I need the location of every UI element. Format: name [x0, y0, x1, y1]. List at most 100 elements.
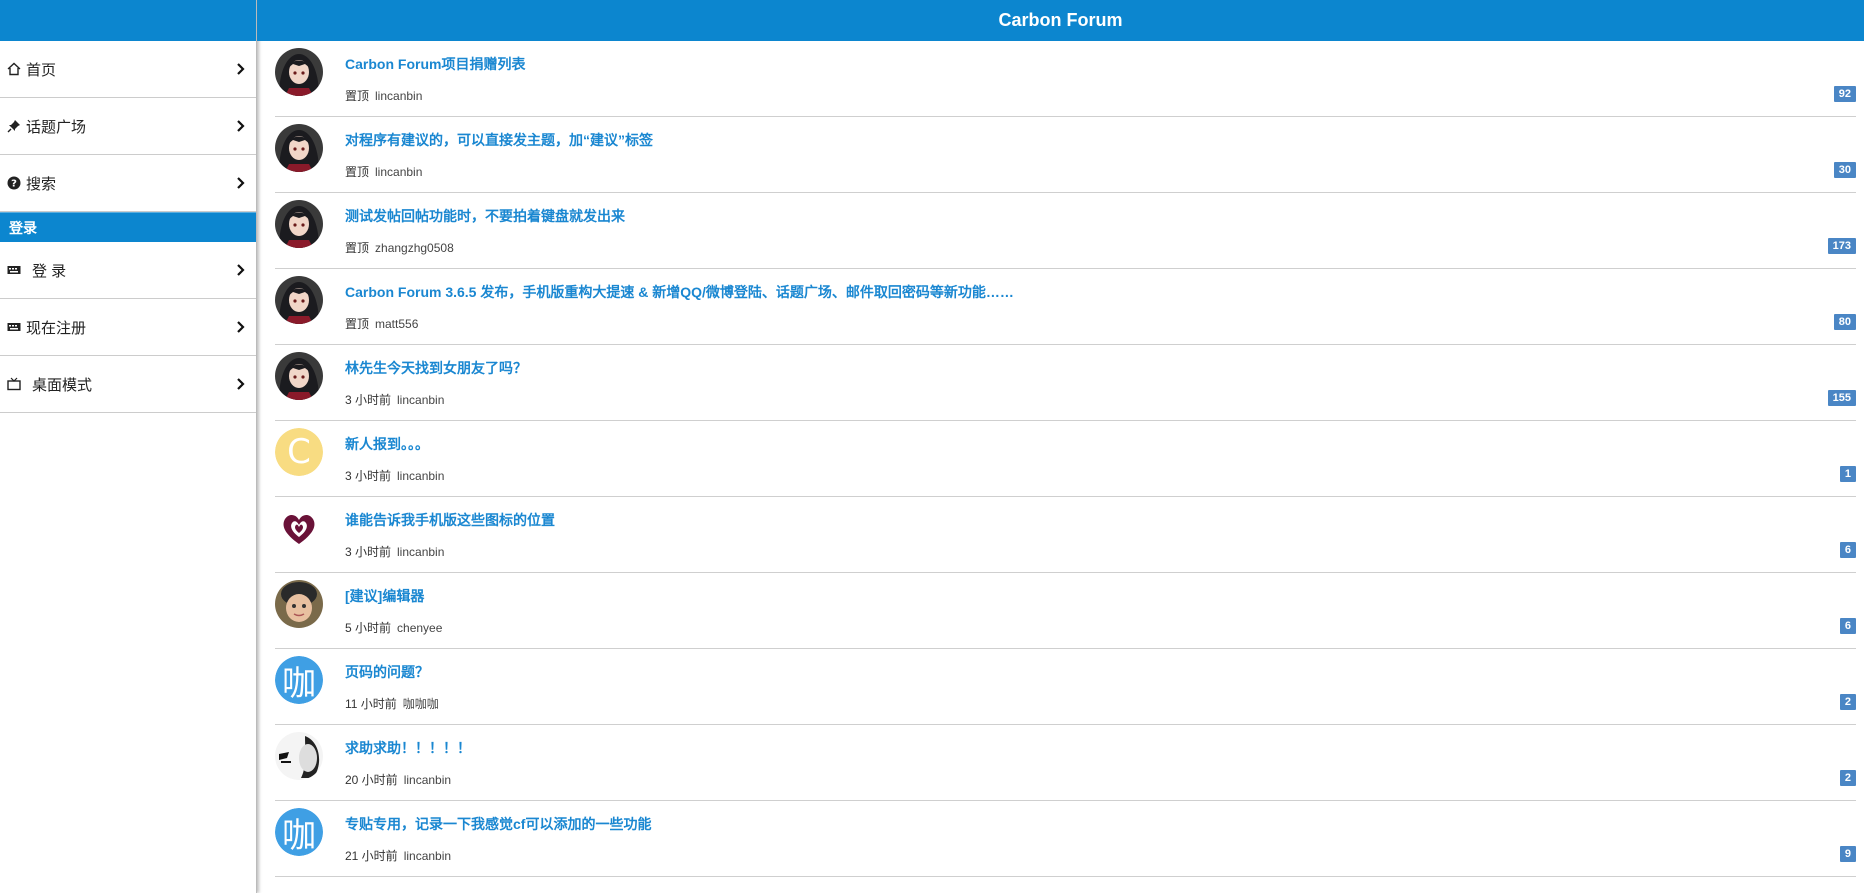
- topic-author-link[interactable]: lincanbin: [375, 165, 422, 179]
- avatar-letter: 咖: [282, 815, 316, 856]
- sidebar-item-label: 现在注册: [26, 319, 87, 337]
- sidebar-item-label: 话题广场: [26, 118, 87, 136]
- topic-author-link[interactable]: lincanbin: [397, 545, 444, 559]
- topic-title-link[interactable]: Carbon Forum 3.6.5 发布，手机版重构大提速 & 新增QQ/微博…: [345, 282, 1014, 302]
- topic-author-link[interactable]: lincanbin: [404, 773, 451, 787]
- topic-row[interactable]: 测试发帖回帖功能时，不要拍着键盘就发出来置顶 zhangzhg0508 173: [275, 193, 1856, 269]
- pin-icon: [6, 118, 22, 134]
- reply-count-badge: 155: [1827, 390, 1856, 406]
- topic-row[interactable]: [建议]编辑器 5 小时前 chenyee 6: [275, 573, 1856, 649]
- topic-title-link[interactable]: 专贴专用，记录一下我感觉cf可以添加的一些功能: [345, 814, 651, 834]
- topic-author-link[interactable]: lincanbin: [397, 393, 444, 407]
- chevron-right-icon: [234, 175, 246, 191]
- avatar[interactable]: 咖: [275, 808, 323, 856]
- topic-title-link[interactable]: [建议]编辑器: [345, 586, 424, 606]
- avatar[interactable]: C: [275, 428, 323, 476]
- topic-time: 20 小时前: [345, 773, 398, 787]
- page-title: Carbon Forum: [998, 10, 1123, 30]
- sidebar: 首页 话题广场 ? 搜索 登录 登 录 现在注册 桌面模式: [0, 0, 257, 893]
- topic-list: Carbon Forum项目捐赠列表 置顶 lincanbin 92 对程序有建议的，可…: [275, 41, 1856, 877]
- topic-title-link[interactable]: 新人报到。。。: [345, 434, 429, 454]
- avatar[interactable]: [275, 48, 323, 96]
- topic-time: 5 小时前: [345, 621, 392, 635]
- avatar[interactable]: 咖: [275, 656, 323, 704]
- sidebar-item-label: 登 录: [32, 262, 67, 280]
- topic-author-link[interactable]: matt556: [375, 317, 418, 331]
- sidebar-item-search[interactable]: ? 搜索: [0, 155, 256, 212]
- home-icon: [6, 61, 22, 77]
- topic-meta: 20 小时前 lincanbin: [345, 771, 451, 788]
- reply-count-badge: 30: [1833, 162, 1856, 178]
- topic-time: 置顶: [345, 317, 370, 331]
- sidebar-header: [0, 0, 256, 41]
- reply-count-badge: 1: [1839, 466, 1856, 482]
- sidebar-item-home[interactable]: 首页: [0, 41, 256, 98]
- topic-time: 11 小时前: [345, 697, 397, 711]
- topic-meta: 11 小时前 咖咖咖: [345, 695, 439, 712]
- topic-title-link[interactable]: 对程序有建议的，可以直接发主题，加“建议”标签: [345, 130, 653, 150]
- topic-row[interactable]: 对程序有建议的，可以直接发主题，加“建议”标签置顶 lincanbin 30: [275, 117, 1856, 193]
- topic-time: 置顶: [345, 89, 370, 103]
- topic-author-link[interactable]: 咖咖咖: [403, 697, 439, 711]
- topic-row[interactable]: 求助求助！！！！！ 20 小时前 lincanbin 2: [275, 725, 1856, 801]
- avatar[interactable]: [275, 732, 323, 780]
- topic-title-link[interactable]: 林先生今天找到女朋友了吗？: [345, 358, 527, 378]
- topic-row[interactable]: 咖 专贴专用，记录一下我感觉cf可以添加的一些功能 21 小时前 lincanbin 9: [275, 801, 1856, 877]
- topic-row[interactable]: 咖 页码的问题？ 11 小时前 咖咖咖 2: [275, 649, 1856, 725]
- reply-count-badge: 6: [1839, 618, 1856, 634]
- avatar[interactable]: [275, 276, 323, 324]
- sidebar-item-label: 搜索: [26, 175, 57, 193]
- topic-title-link[interactable]: Carbon Forum项目捐赠列表: [345, 54, 525, 74]
- topic-time: 3 小时前: [345, 469, 392, 483]
- topic-meta: 5 小时前 chenyee: [345, 619, 442, 636]
- chevron-right-icon: [234, 262, 246, 278]
- sidebar-item-login[interactable]: 登 录: [0, 242, 256, 299]
- keyboard-icon: [6, 319, 22, 335]
- sidebar-section-login: 登录: [0, 212, 256, 242]
- keyboard-icon: [6, 262, 22, 278]
- topic-title-link[interactable]: 求助求助！！！！！: [345, 738, 471, 758]
- reply-count-badge: 9: [1839, 846, 1856, 862]
- topic-time: 21 小时前: [345, 849, 398, 863]
- topic-author-link[interactable]: lincanbin: [375, 89, 422, 103]
- avatar[interactable]: [275, 580, 323, 628]
- topic-title-link[interactable]: 页码的问题？: [345, 662, 429, 682]
- topic-time: 置顶: [345, 241, 370, 255]
- topic-meta: 3 小时前 lincanbin: [345, 467, 444, 484]
- topic-author-link[interactable]: lincanbin: [404, 849, 451, 863]
- topic-meta: 21 小时前 lincanbin: [345, 847, 451, 864]
- avatar[interactable]: [275, 124, 323, 172]
- chevron-right-icon: [234, 61, 246, 77]
- topic-title-link[interactable]: 谁能告诉我手机版这些图标的位置: [345, 510, 555, 530]
- topic-meta: 3 小时前 lincanbin: [345, 543, 444, 560]
- avatar[interactable]: [275, 352, 323, 400]
- chevron-right-icon: [234, 118, 246, 134]
- topic-meta: 3 小时前 lincanbin: [345, 391, 444, 408]
- chevron-right-icon: [234, 319, 246, 335]
- avatar[interactable]: [275, 200, 323, 248]
- topic-author-link[interactable]: lincanbin: [397, 469, 444, 483]
- reply-count-badge: 2: [1839, 770, 1856, 786]
- topic-meta: 置顶 zhangzhg0508: [345, 239, 454, 256]
- topic-meta: 置顶 lincanbin: [345, 163, 422, 180]
- topic-row[interactable]: C 新人报到。。。 3 小时前 lincanbin 1: [275, 421, 1856, 497]
- topic-author-link[interactable]: zhangzhg0508: [375, 241, 454, 255]
- sidebar-item-register[interactable]: 现在注册: [0, 299, 256, 356]
- topic-row[interactable]: Carbon Forum项目捐赠列表置顶 lincanbin 92: [275, 41, 1856, 117]
- topic-row[interactable]: 林先生今天找到女朋友了吗？ 3 小时前 lincanbin 155: [275, 345, 1856, 421]
- topic-author-link[interactable]: chenyee: [397, 621, 442, 635]
- topic-title-link[interactable]: 测试发帖回帖功能时，不要拍着键盘就发出来: [345, 206, 625, 226]
- topic-meta: 置顶 lincanbin: [345, 87, 422, 104]
- sidebar-item-topics[interactable]: 话题广场: [0, 98, 256, 155]
- sidebar-item-desktop-mode[interactable]: 桌面模式: [0, 356, 256, 413]
- reply-count-badge: 92: [1833, 86, 1856, 102]
- topic-row[interactable]: Carbon Forum 3.6.5 发布，手机版重构大提速 & 新增QQ/微博…: [275, 269, 1856, 345]
- topic-time: 置顶: [345, 165, 370, 179]
- avatar[interactable]: [275, 504, 323, 552]
- sidebar-item-label: 桌面模式: [32, 376, 93, 394]
- avatar-letter: 咖: [282, 663, 316, 704]
- tv-icon: [6, 376, 22, 392]
- reply-count-badge: 173: [1827, 238, 1856, 254]
- chevron-right-icon: [234, 376, 246, 392]
- topic-row[interactable]: 谁能告诉我手机版这些图标的位置 3 小时前 lincanbin 6: [275, 497, 1856, 573]
